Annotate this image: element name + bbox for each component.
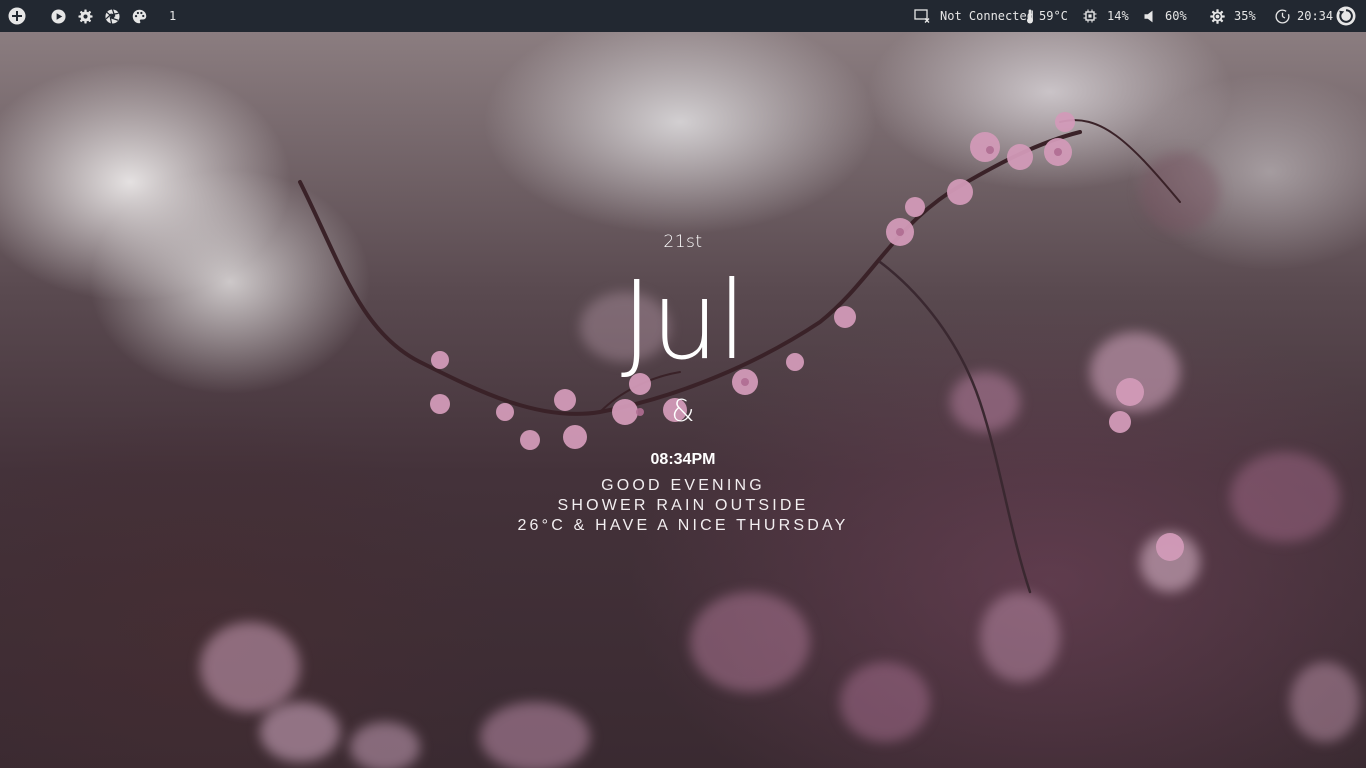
ampersand-separator: & [671, 394, 695, 429]
weather-text: SHOWER RAIN OUTSIDE [557, 497, 809, 514]
current-time: 08:34PM [650, 451, 716, 468]
temperature-text: 26°C & HAVE A NICE THURSDAY [517, 517, 849, 534]
desktop-clock-widget: 21st Jul & 08:34PM GOOD EVENING SHOWER R… [0, 0, 1366, 768]
day-of-month: 21st [663, 232, 703, 252]
month-label: Jul [620, 259, 747, 384]
greeting-text: GOOD EVENING [601, 477, 765, 494]
